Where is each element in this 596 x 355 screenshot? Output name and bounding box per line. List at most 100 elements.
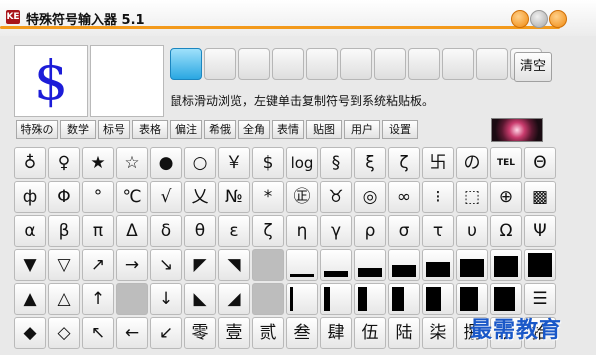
symbol-cell[interactable] [388,283,420,315]
symbol-cell[interactable] [456,249,488,281]
symbol-cell[interactable]: ζ [388,147,420,179]
symbol-cell[interactable]: → [116,249,148,281]
close-button[interactable] [549,10,567,28]
symbol-cell[interactable]: ★ [82,147,114,179]
symbol-cell[interactable]: ▩ [524,181,556,213]
symbol-cell[interactable]: ⊕ [490,181,522,213]
symbol-cell[interactable]: $ [252,147,284,179]
symbol-cell[interactable] [388,249,420,281]
history-slot[interactable] [374,48,406,80]
symbol-cell[interactable]: Ω [490,215,522,247]
symbol-cell[interactable]: 零 [184,317,216,349]
symbol-cell[interactable]: ◎ [354,181,386,213]
tab-9[interactable]: 贴图 [306,120,342,139]
history-slot[interactable] [442,48,474,80]
symbol-cell[interactable] [354,283,386,315]
symbol-cell[interactable]: 壹 [218,317,250,349]
symbol-cell[interactable] [490,283,522,315]
symbol-cell[interactable]: ◆ [14,317,46,349]
symbol-cell[interactable] [422,283,454,315]
tab-1[interactable]: 特殊の [16,120,58,139]
maximize-button[interactable] [530,10,548,28]
symbol-cell[interactable] [490,249,522,281]
tab-5[interactable]: 偏注 [170,120,202,139]
symbol-cell[interactable]: √ [150,181,182,213]
symbol-cell[interactable]: α [14,215,46,247]
symbol-cell[interactable]: ξ [354,147,386,179]
symbol-cell[interactable]: ° [82,181,114,213]
symbol-cell[interactable]: ♉ [320,181,352,213]
tab-7[interactable]: 全角 [238,120,270,139]
symbol-cell[interactable]: ▼ [14,249,46,281]
symbol-cell[interactable]: η [286,215,318,247]
symbol-cell[interactable]: ▲ [14,283,46,315]
symbol-cell[interactable]: ◇ [48,317,80,349]
symbol-cell[interactable]: Φ [48,181,80,213]
symbol-cell[interactable]: ↙ [150,317,182,349]
tab-3[interactable]: 标号 [98,120,130,139]
symbol-cell[interactable]: ⁝ [422,181,454,213]
tab-4[interactable]: 表格 [132,120,168,139]
symbol-cell[interactable] [524,249,556,281]
symbol-cell[interactable]: ○ [184,147,216,179]
symbol-cell[interactable]: * [252,181,284,213]
symbol-cell[interactable]: ☰ [524,283,556,315]
symbol-cell[interactable]: № [218,181,250,213]
tab-2[interactable]: 数学 [60,120,96,139]
symbol-cell[interactable]: ☆ [116,147,148,179]
symbol-cell[interactable]: ↘ [150,249,182,281]
symbol-cell[interactable]: θ [184,215,216,247]
symbol-cell[interactable]: 贰 [252,317,284,349]
tab-6[interactable]: 希俄 [204,120,236,139]
history-slot[interactable] [408,48,440,80]
symbol-cell[interactable]: ♀ [48,147,80,179]
symbol-cell[interactable] [456,283,488,315]
symbol-cell[interactable]: 陆 [388,317,420,349]
symbol-cell[interactable]: ◥ [218,249,250,281]
symbol-cell[interactable]: σ [388,215,420,247]
history-slot[interactable] [170,48,202,80]
symbol-cell[interactable]: Ψ [524,215,556,247]
history-slot[interactable] [204,48,236,80]
symbol-cell[interactable]: π [82,215,114,247]
history-slot[interactable] [340,48,372,80]
symbol-cell[interactable] [252,249,284,281]
minimize-button[interactable] [511,10,529,28]
symbol-cell[interactable]: ↖ [82,317,114,349]
symbol-cell[interactable]: γ [320,215,352,247]
symbol-cell[interactable]: 柒 [422,317,454,349]
tab-10[interactable]: 用户 [344,120,380,139]
symbol-cell[interactable]: § [320,147,352,179]
symbol-cell[interactable]: ◢ [218,283,250,315]
symbol-cell[interactable]: ● [150,147,182,179]
tab-11[interactable]: 设置 [382,120,418,139]
history-slot[interactable] [238,48,270,80]
symbol-cell[interactable] [320,283,352,315]
symbol-cell[interactable]: ζ [252,215,284,247]
symbol-cell[interactable]: log [286,147,318,179]
history-slot[interactable] [272,48,304,80]
symbol-cell[interactable]: ⬚ [456,181,488,213]
symbol-cell[interactable] [422,249,454,281]
symbol-cell[interactable]: Δ [116,215,148,247]
symbol-cell[interactable]: τ [422,215,454,247]
symbol-cell[interactable]: ▽ [48,249,80,281]
symbol-cell[interactable]: 叁 [286,317,318,349]
symbol-cell[interactable]: ℃ [116,181,148,213]
tab-8[interactable]: 表情 [272,120,304,139]
symbol-cell[interactable]: ↑ [82,283,114,315]
symbol-cell[interactable]: ￥ [218,147,250,179]
symbol-cell[interactable]: ㊣ [286,181,318,213]
symbol-cell[interactable] [252,283,284,315]
symbol-cell[interactable]: ← [116,317,148,349]
history-slot[interactable] [476,48,508,80]
symbol-cell[interactable]: 伍 [354,317,386,349]
symbol-cell[interactable]: ◣ [184,283,216,315]
symbol-cell[interactable]: ♁ [14,147,46,179]
history-slot[interactable] [306,48,338,80]
symbol-cell[interactable]: 卐 [422,147,454,179]
symbol-cell[interactable] [354,249,386,281]
symbol-cell[interactable] [320,249,352,281]
symbol-cell[interactable]: Θ [524,147,556,179]
symbol-cell[interactable]: υ [456,215,488,247]
